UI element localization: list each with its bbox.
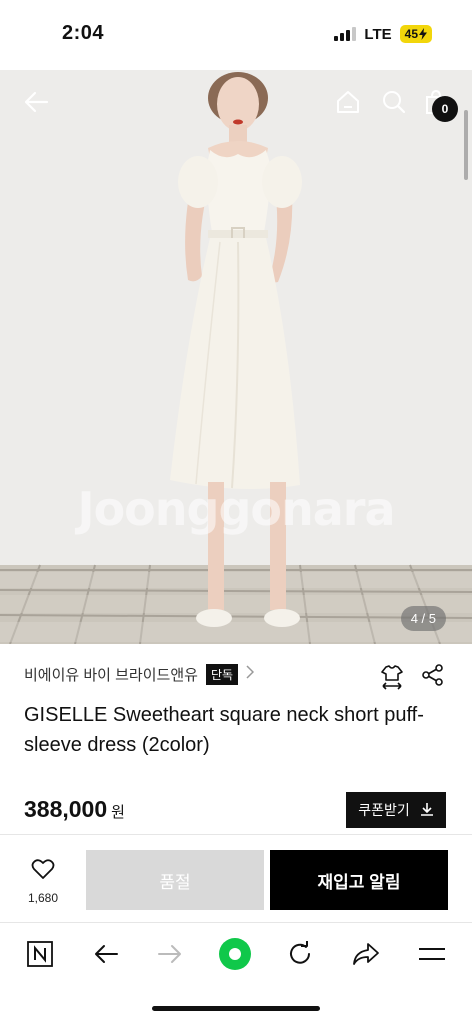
signal-icon bbox=[334, 27, 357, 41]
refresh-icon[interactable] bbox=[282, 936, 318, 972]
home-icon[interactable] bbox=[334, 88, 362, 116]
divider bbox=[0, 922, 472, 923]
product-title: GISELLE Sweetheart square neck short puf… bbox=[24, 704, 424, 756]
image-counter: 4 / 5 bbox=[400, 606, 446, 631]
chevron-right-icon bbox=[246, 665, 255, 684]
back-icon[interactable] bbox=[88, 936, 124, 972]
price-unit: 원 bbox=[111, 804, 125, 821]
price-amount: 388,000 bbox=[24, 796, 108, 822]
like-button[interactable]: 1,680 bbox=[16, 858, 70, 905]
brand-name: 비에이유 바이 브라이드앤유 bbox=[24, 667, 198, 684]
soldout-button[interactable]: 품절 bbox=[86, 850, 264, 910]
product-photo bbox=[0, 70, 472, 644]
scrollbar[interactable] bbox=[464, 110, 468, 180]
home-indicator[interactable] bbox=[152, 1006, 320, 1011]
info-actions bbox=[380, 664, 444, 695]
battery-icon: 45 bbox=[399, 25, 432, 43]
cart-count-badge: 0 bbox=[432, 96, 458, 122]
price: 388,000 원 bbox=[24, 796, 125, 823]
browser-toolbar bbox=[0, 924, 472, 984]
download-icon bbox=[420, 802, 434, 819]
status-time: 2:04 bbox=[62, 22, 105, 44]
like-count: 1,680 bbox=[27, 891, 59, 905]
divider bbox=[0, 834, 472, 835]
exclusive-badge: 단독 bbox=[205, 664, 239, 685]
product-image[interactable]: Joonggonara 0 4 / 5 bbox=[0, 70, 472, 644]
network-label: LTE bbox=[364, 25, 392, 43]
watermark: Joonggonara bbox=[77, 482, 395, 536]
share-icon[interactable] bbox=[422, 664, 444, 695]
menu-icon[interactable] bbox=[414, 936, 450, 972]
forward-icon[interactable] bbox=[152, 936, 188, 972]
restock-alert-button[interactable]: 재입고 알림 bbox=[270, 850, 448, 910]
coupon-download-button[interactable]: 쿠폰받기 bbox=[346, 792, 446, 828]
back-arrow-icon[interactable] bbox=[22, 88, 50, 116]
heart-icon bbox=[31, 858, 55, 885]
naver-n-icon[interactable] bbox=[22, 936, 58, 972]
size-guide-icon[interactable] bbox=[380, 664, 404, 695]
battery-level: 45 bbox=[404, 27, 418, 41]
green-dot-icon[interactable] bbox=[214, 933, 256, 975]
brand-link[interactable]: 비에이유 바이 브라이드앤유 단독 bbox=[24, 664, 255, 685]
coupon-label: 쿠폰받기 bbox=[358, 802, 410, 818]
status-bar: 2:04 LTE 45 bbox=[0, 0, 472, 70]
status-indicators: LTE 45 bbox=[334, 25, 432, 43]
search-icon[interactable] bbox=[380, 88, 408, 116]
share-arrow-icon[interactable] bbox=[348, 936, 384, 972]
